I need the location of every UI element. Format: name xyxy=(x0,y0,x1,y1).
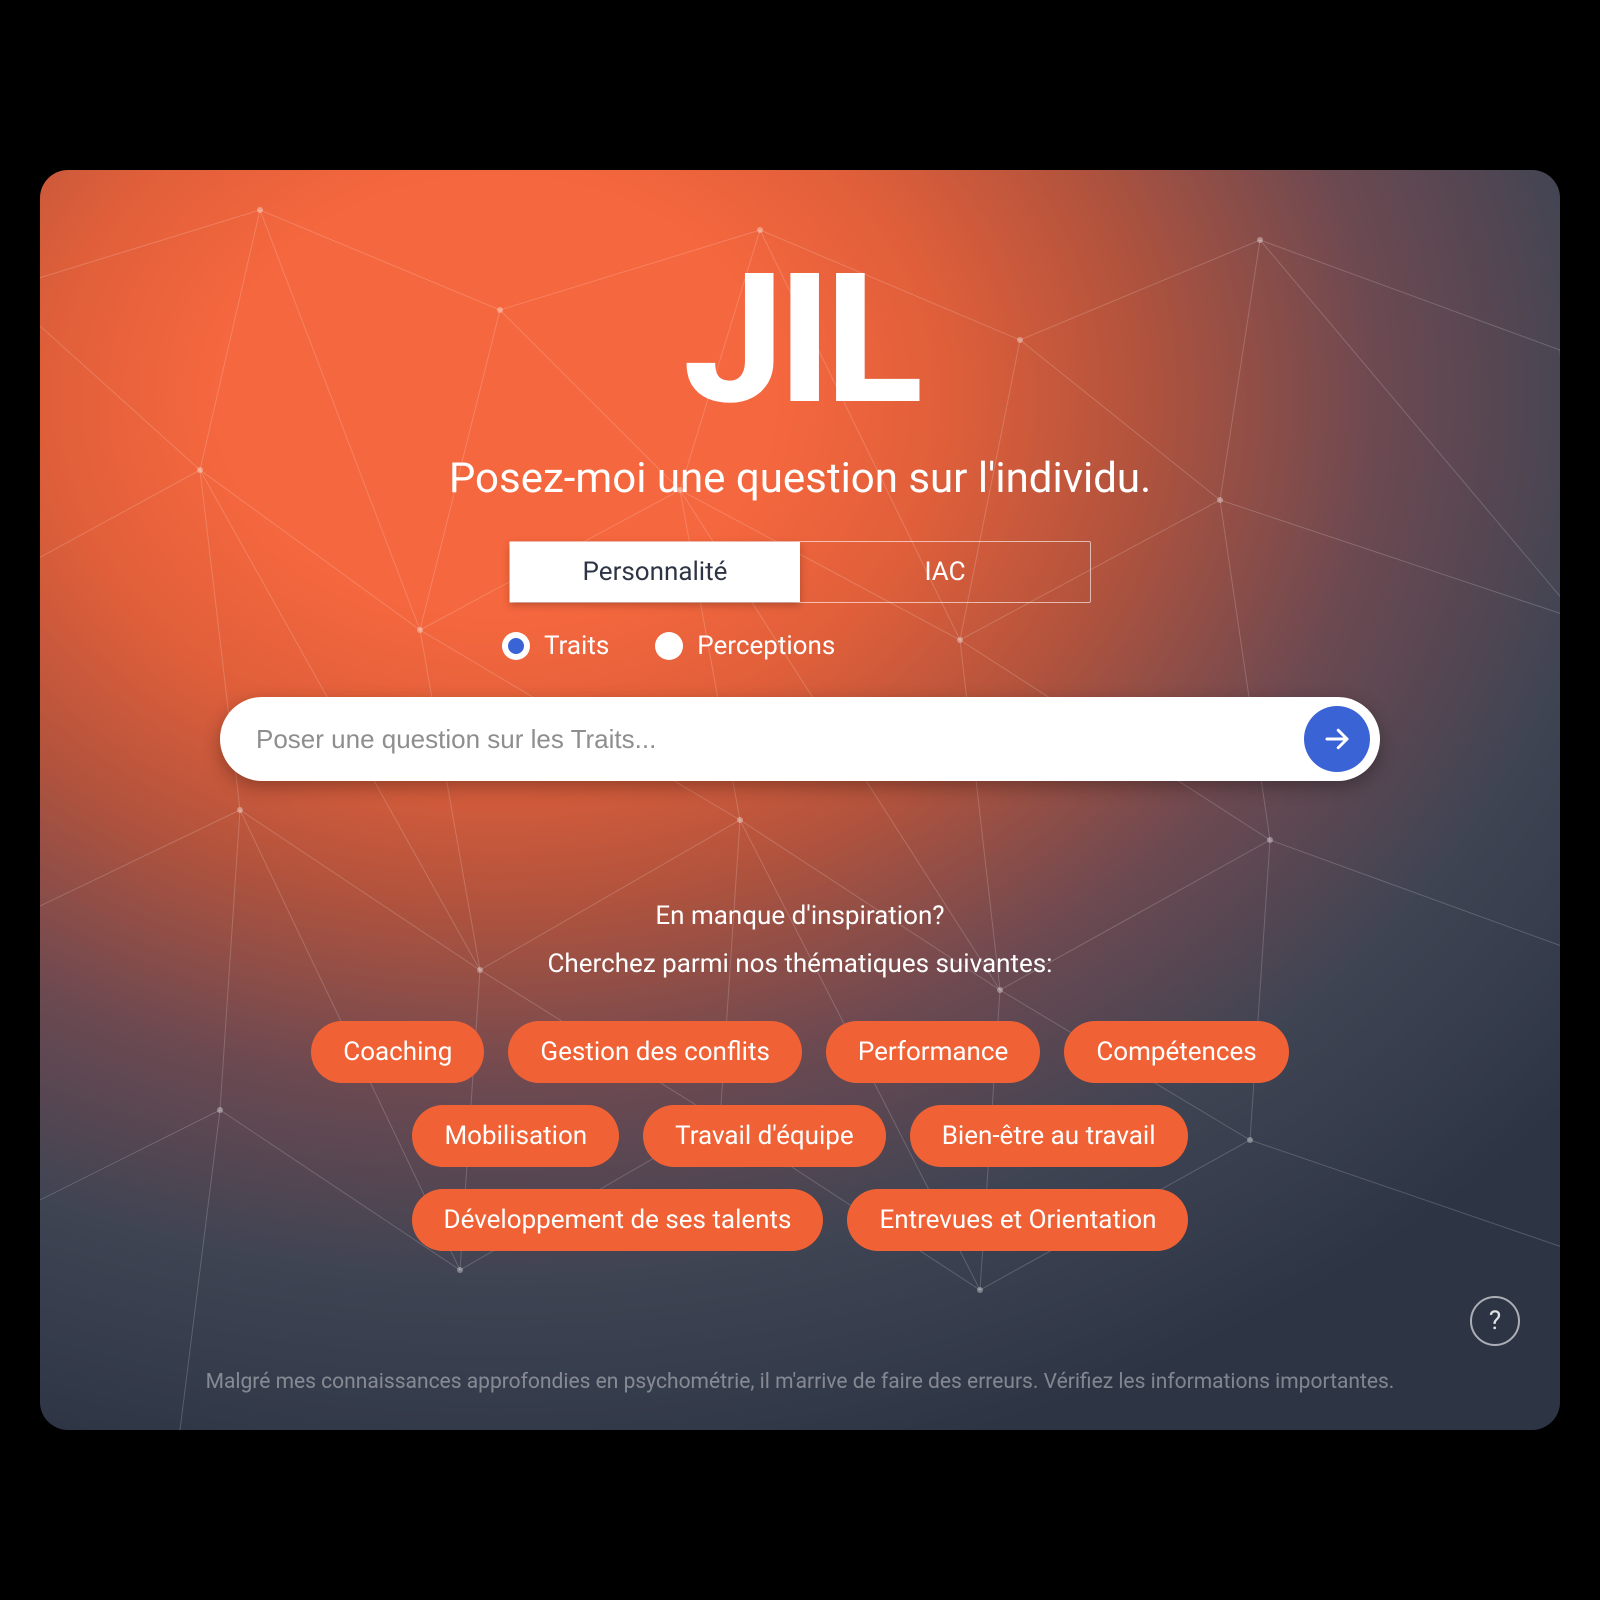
arrow-right-icon xyxy=(1322,724,1352,754)
radio-circle-icon xyxy=(655,632,683,660)
chips-container: Coaching Gestion des conflits Performanc… xyxy=(240,1021,1360,1251)
radio-traits[interactable]: Traits xyxy=(502,631,609,661)
tab-iac[interactable]: IAC xyxy=(800,542,1090,602)
tab-container: Personnalité IAC xyxy=(509,541,1091,603)
chip-mobilisation[interactable]: Mobilisation xyxy=(412,1105,619,1167)
chip-entrevues-orientation[interactable]: Entrevues et Orientation xyxy=(847,1189,1188,1251)
chip-competences[interactable]: Compétences xyxy=(1064,1021,1288,1083)
chip-developpement-talents[interactable]: Développement de ses talents xyxy=(412,1189,824,1251)
tab-personality[interactable]: Personnalité xyxy=(510,542,800,602)
search-input[interactable] xyxy=(256,724,1304,755)
radio-perceptions[interactable]: Perceptions xyxy=(655,631,835,661)
chip-performance[interactable]: Performance xyxy=(826,1021,1040,1083)
inspiration-line1: En manque d'inspiration? xyxy=(548,901,1053,931)
inspiration-block: En manque d'inspiration? Cherchez parmi … xyxy=(548,901,1053,979)
subtitle: Posez-moi une question sur l'individu. xyxy=(449,454,1151,503)
inspiration-line2: Cherchez parmi nos thématiques suivantes… xyxy=(548,949,1053,979)
help-button[interactable]: ? xyxy=(1470,1296,1520,1346)
app-window: JIL Posez-moi une question sur l'individ… xyxy=(40,170,1560,1430)
search-bar xyxy=(220,697,1380,781)
radio-perceptions-label: Perceptions xyxy=(697,631,835,661)
logo: JIL xyxy=(683,250,917,430)
disclaimer: Malgré mes connaissances approfondies en… xyxy=(40,1370,1560,1394)
chip-bien-etre[interactable]: Bien-être au travail xyxy=(910,1105,1188,1167)
chip-travail-equipe[interactable]: Travail d'équipe xyxy=(643,1105,886,1167)
radio-circle-icon xyxy=(502,632,530,660)
chip-coaching[interactable]: Coaching xyxy=(311,1021,484,1083)
chip-gestion-conflits[interactable]: Gestion des conflits xyxy=(508,1021,802,1083)
send-button[interactable] xyxy=(1304,706,1370,772)
radio-row: Traits Perceptions xyxy=(502,631,835,661)
radio-traits-label: Traits xyxy=(544,631,609,661)
